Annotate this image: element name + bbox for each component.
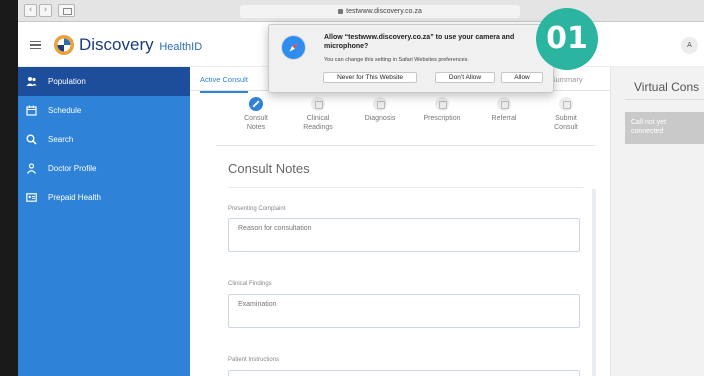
dialog-subtitle: You can change this setting in Safari We…	[324, 57, 469, 63]
step-label: Prescription	[423, 115, 461, 122]
step-number-badge: 01	[536, 8, 598, 70]
app-window: ‹ › testwww.discovery.co.za Discovery He…	[18, 0, 704, 376]
allow-button[interactable]: Allow	[501, 72, 543, 83]
step-icon	[373, 97, 387, 111]
search-icon	[26, 134, 37, 145]
person-icon	[27, 163, 36, 174]
step-consult-notes[interactable]: Consult Notes	[228, 97, 284, 133]
safari-compass-icon	[281, 35, 306, 60]
hamburger-icon[interactable]	[30, 41, 41, 49]
brand-title: Discovery	[79, 35, 154, 54]
step-diagnosis[interactable]: Diagnosis	[352, 97, 408, 123]
step-prescription[interactable]: Prescription	[414, 97, 470, 123]
presenting-complaint-field[interactable]	[228, 218, 580, 252]
virtual-consult-panel: Virtual Cons Call not yet connected	[610, 67, 704, 376]
sidebar-item-label: Population	[48, 77, 86, 86]
sidebar-item-population[interactable]: Population	[18, 67, 190, 96]
permission-dialog: Allow “testwww.discovery.co.za” to use y…	[268, 24, 554, 93]
step-label: Consult Notes	[244, 115, 268, 132]
never-for-this-website-button[interactable]: Never for This Website	[323, 72, 417, 83]
clinical-findings-field[interactable]	[228, 294, 580, 328]
sidebar-item-label: Schedule	[48, 106, 82, 115]
presenting-complaint-label: Presenting Complaint	[228, 206, 286, 212]
sidebar-item-label: Prepaid Health	[48, 193, 101, 202]
step-icon	[435, 97, 449, 111]
sidebar-item-prepaid-health[interactable]: Prepaid Health	[18, 183, 190, 212]
step-referral[interactable]: Referral	[476, 97, 532, 123]
discovery-logo-icon	[54, 35, 74, 55]
check-icon	[249, 97, 263, 111]
brand-name: Discovery HealthID	[79, 35, 202, 55]
step-icon	[559, 97, 573, 111]
step-label: Diagnosis	[364, 115, 396, 122]
dont-allow-button[interactable]: Don’t Allow	[435, 72, 495, 83]
card-icon	[26, 193, 37, 202]
sidebar-item-label: Doctor Profile	[48, 164, 97, 173]
step-icon	[311, 97, 325, 111]
brand-subtitle: HealthID	[159, 41, 203, 53]
browser-toolbar: ‹ › testwww.discovery.co.za	[18, 0, 704, 22]
tabs-overview-button[interactable]	[58, 4, 75, 17]
sidebar: Population Schedule Search Doctor Profil…	[18, 67, 190, 376]
clinical-findings-label: Clinical Findings	[228, 281, 272, 287]
calendar-icon	[26, 105, 37, 116]
divider	[625, 99, 704, 100]
avatar[interactable]: A	[681, 37, 698, 54]
consult-notes-card: Consult Notes Presenting Complaint Clini…	[214, 151, 597, 376]
scrollbar[interactable]	[592, 189, 596, 376]
divider	[216, 145, 596, 146]
sidebar-item-schedule[interactable]: Schedule	[18, 96, 190, 125]
tab-active-consult[interactable]: Active Consult	[200, 75, 248, 93]
step-label: Clinical Readings	[303, 115, 333, 132]
sidebar-item-label: Search	[48, 135, 74, 144]
divider	[228, 187, 583, 188]
lock-icon	[338, 9, 344, 14]
patient-instructions-field[interactable]	[228, 370, 580, 376]
main-panel: Active Consult ent Summary Consult Notes …	[190, 67, 610, 376]
dialog-title: Allow “testwww.discovery.co.za” to use y…	[324, 34, 515, 51]
sidebar-item-search[interactable]: Search	[18, 125, 190, 154]
people-icon	[26, 77, 37, 86]
section-title: Consult Notes	[228, 161, 310, 176]
step-clinical-readings[interactable]: Clinical Readings	[290, 97, 346, 133]
address-text: testwww.discovery.co.za	[346, 8, 422, 15]
sidebar-item-doctor-profile[interactable]: Doctor Profile	[18, 154, 190, 183]
step-label: Submit Consult	[554, 115, 578, 132]
virtual-consult-title: Virtual Cons	[634, 80, 700, 94]
step-icon	[497, 97, 511, 111]
forward-button[interactable]: ›	[39, 4, 52, 17]
patient-instructions-label: Patient Instructions	[228, 357, 280, 363]
consult-steps: Consult Notes Clinical Readings Diagnosis …	[190, 97, 610, 145]
back-button[interactable]: ‹	[24, 4, 37, 17]
call-status: Call not yet connected	[625, 112, 704, 144]
browser-nav: ‹ ›	[24, 4, 75, 17]
step-label: Referral	[491, 115, 517, 122]
address-bar[interactable]: testwww.discovery.co.za	[240, 5, 520, 18]
step-submit-consult[interactable]: Submit Consult	[538, 97, 594, 133]
